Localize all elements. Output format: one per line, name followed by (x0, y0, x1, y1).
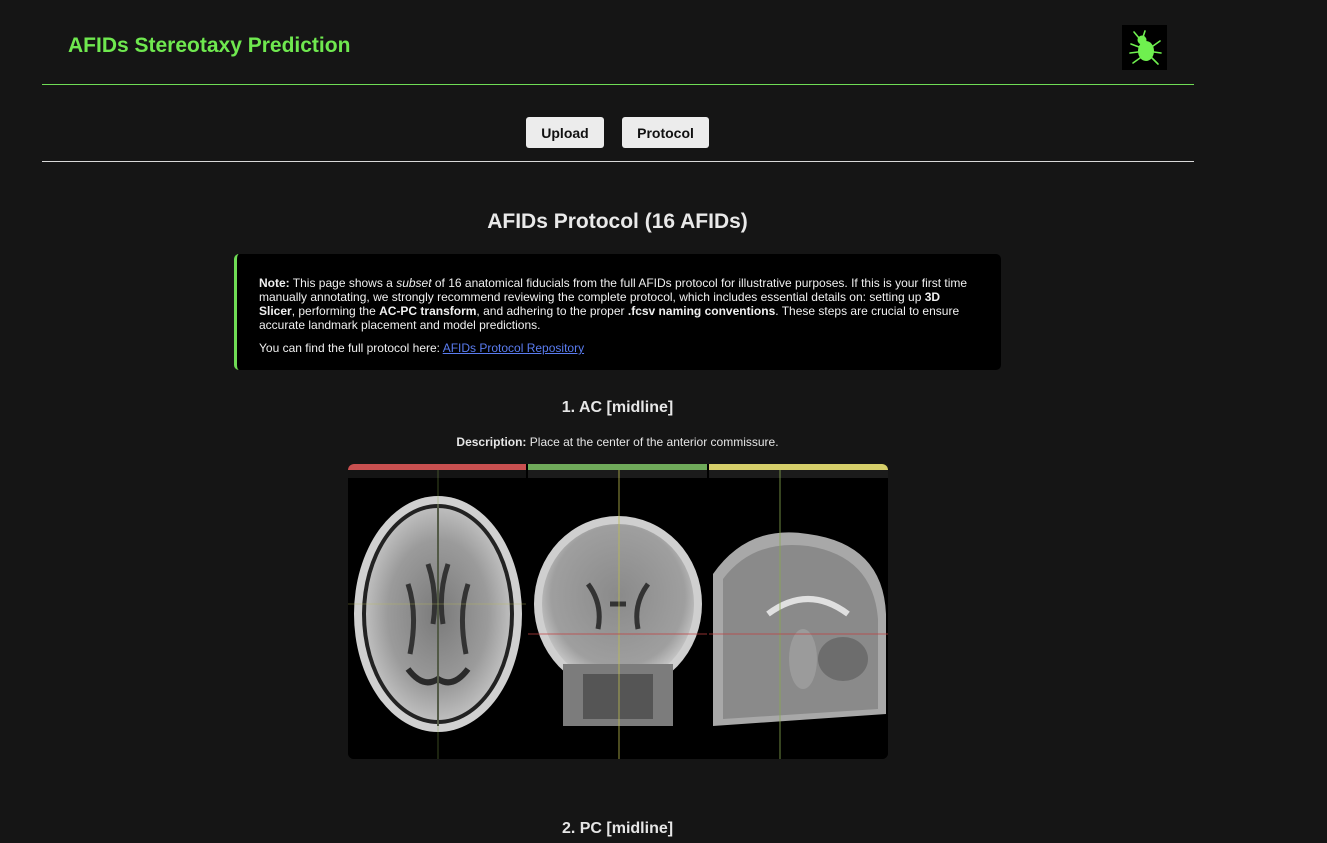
site-title: AFIDs Stereotaxy Prediction (68, 34, 351, 57)
mri-viewer-ac (348, 464, 888, 759)
mri-image (348, 464, 888, 759)
afid-heading-pc: 2. PC [midline] (561, 820, 674, 837)
description-label: Description: (456, 435, 527, 449)
note-text: Note: This page shows a subset of 16 ana… (259, 276, 979, 332)
note-box: Note: This page shows a subset of 16 ana… (234, 254, 1001, 370)
note-text-part: , performing the (291, 304, 380, 318)
protocol-link-line: You can find the full protocol here: AFI… (259, 341, 979, 355)
page-title: AFIDs Protocol (16 AFIDs) (487, 210, 748, 233)
page: AFIDs Stereotaxy Prediction Upload Proto… (0, 0, 1327, 843)
bug-icon (1128, 29, 1162, 65)
sagittal-view-bar (709, 464, 888, 470)
afid-heading-ac: 1. AC [midline] (561, 399, 674, 416)
description-text: Place at the center of the anterior comm… (526, 435, 779, 449)
note-bold-fcsv: .fcsv naming conventions (627, 304, 776, 318)
protocol-button[interactable]: Protocol (622, 117, 709, 148)
upload-button[interactable]: Upload (526, 117, 604, 148)
note-bold-acpc: AC-PC transform (379, 304, 477, 318)
note-text-part: This page shows a (289, 276, 397, 290)
note-label: Note: (259, 276, 290, 290)
link-prefix: You can find the full protocol here: (259, 341, 443, 355)
note-text-part: , and adhering to the proper (476, 304, 628, 318)
main-nav: Upload Protocol (42, 85, 1194, 162)
note-emphasis: subset (396, 276, 432, 290)
afid-description-ac: Description: Place at the center of the … (0, 435, 1235, 449)
site-header: AFIDs Stereotaxy Prediction (42, 0, 1194, 85)
coronal-view-bar (528, 464, 707, 470)
protocol-repository-link[interactable]: AFIDs Protocol Repository (443, 341, 584, 355)
axial-view-bar (348, 464, 526, 470)
logo[interactable] (1122, 25, 1167, 70)
